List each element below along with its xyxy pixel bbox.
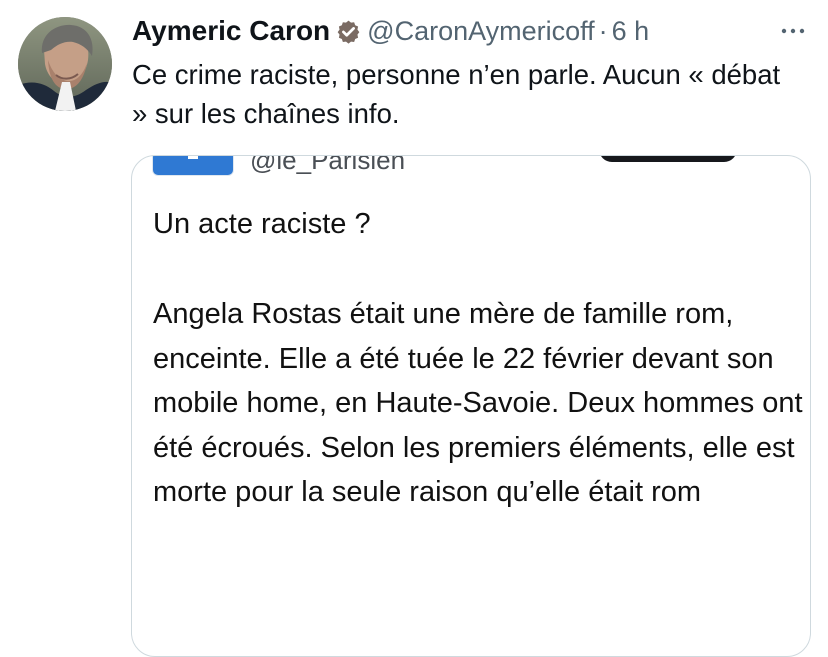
post-time[interactable]: 6 h <box>612 16 650 47</box>
author-avatar[interactable] <box>18 17 112 111</box>
logo-mark-line <box>188 156 198 159</box>
le-parisien-logo-icon <box>152 156 234 176</box>
avatar-image <box>18 17 112 111</box>
verified-badge-icon <box>337 20 360 44</box>
quoted-post-body: Angela Rostas était une mère de famille … <box>153 298 803 508</box>
quoted-handle: @le_Parisien <box>250 155 406 175</box>
quoted-post-title: Un acte raciste ? <box>153 208 371 240</box>
more-options-icon[interactable] <box>776 14 810 48</box>
quoted-post-card[interactable]: @le_Parisien Un acte raciste ? Angela Ro… <box>131 155 811 657</box>
header-separator: · <box>598 15 608 46</box>
tweet-text: Ce crime raciste, personne n’en parle. A… <box>132 59 781 129</box>
quoted-follow-button[interactable] <box>599 156 737 162</box>
author-handle[interactable]: @CaronAymericoff <box>367 16 595 47</box>
author-name[interactable]: Aymeric Caron <box>132 15 330 47</box>
tweet-header: Aymeric Caron @CaronAymericoff · 6 h <box>132 14 810 48</box>
